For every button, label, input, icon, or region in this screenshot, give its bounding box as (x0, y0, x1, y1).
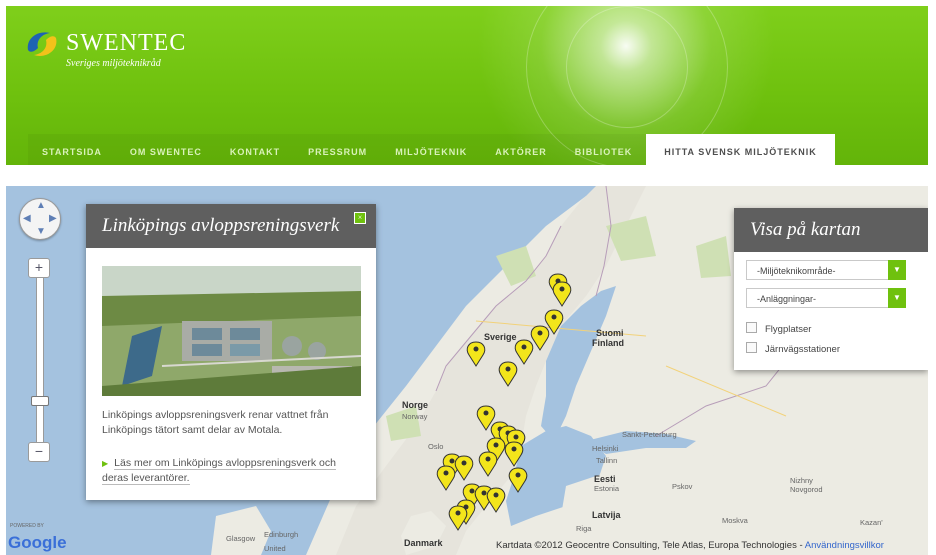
pan-control[interactable]: ▲ ▼ ◀ ▶ (19, 198, 61, 240)
map-canvas[interactable]: Sverige Suomi Finland Norge Norway Oslo … (6, 186, 928, 555)
facility-photo (102, 266, 361, 396)
map-marker[interactable] (504, 441, 524, 467)
nav-om-swentec[interactable]: OM SWENTEC (115, 134, 216, 165)
brand-name[interactable]: SWENTEC (66, 30, 186, 57)
site-header: SWENTEC Sveriges miljöteknikråd STARTSID… (6, 6, 928, 165)
select-anlaggningar-value: -Anläggningar- (757, 294, 817, 304)
nav-kontakt[interactable]: KONTAKT (215, 134, 295, 165)
pan-down-icon[interactable]: ▼ (36, 226, 46, 237)
info-window-header: Linköpings avloppsreningsverk × (86, 204, 376, 248)
map-marker[interactable] (466, 341, 486, 367)
map-marker[interactable] (552, 281, 572, 307)
map-marker[interactable] (498, 361, 518, 387)
zoom-slider-track[interactable] (36, 268, 44, 458)
google-logo-text: Google (8, 533, 67, 552)
terms-link[interactable]: Användningsvillkor (805, 540, 884, 551)
zoom-out-button[interactable]: − (28, 442, 50, 462)
nav-hitta-svensk-miljoteknik[interactable]: HITTA SVENSK MILJÖTEKNIK (646, 134, 835, 165)
swentec-logo-icon[interactable] (24, 28, 60, 60)
map-attribution: Kartdata ©2012 Geocentre Consulting, Tel… (496, 540, 884, 551)
read-more-link[interactable]: Läs mer om Linköpings avloppsreningsverk… (102, 457, 336, 485)
main-nav: STARTSIDA OM SWENTEC KONTAKT PRESSRUM MI… (28, 134, 835, 165)
google-logo[interactable]: POWERED BY Google (8, 523, 67, 553)
pan-up-icon[interactable]: ▲ (36, 200, 46, 211)
checkbox-flygplatser[interactable]: Flygplatser (746, 322, 811, 335)
nav-startsida[interactable]: STARTSIDA (28, 134, 116, 165)
nav-miljoteknik[interactable]: MILJÖTEKNIK (381, 134, 482, 165)
info-window-link[interactable]: ▶ Läs mer om Linköpings avloppsreningsver… (102, 456, 364, 486)
map-marker[interactable] (486, 487, 506, 513)
zoom-slider-handle[interactable] (31, 396, 49, 406)
info-window-title: Linköpings avloppsreningsverk (102, 215, 340, 236)
map-marker[interactable] (448, 505, 468, 531)
map-attribution-text: Kartdata ©2012 Geocentre Consulting, Tel… (496, 540, 803, 551)
checkbox-jarnvagsstationer[interactable]: Järnvägsstationer (746, 342, 840, 355)
checkbox-box[interactable] (746, 342, 757, 353)
zoom-in-button[interactable]: + (28, 258, 50, 278)
nav-pressrum[interactable]: PRESSRUM (294, 134, 382, 165)
info-window: Linköpings avloppsreningsverk × Linköpin… (86, 204, 376, 500)
map-marker[interactable] (530, 325, 550, 351)
map-marker[interactable] (478, 451, 498, 477)
powered-by-label: POWERED BY (10, 523, 44, 529)
arrow-right-icon: ▶ (102, 459, 109, 468)
select-miljoteknikomrade[interactable]: -Miljöteknikområde- ▼ (746, 260, 906, 280)
checkbox-box[interactable] (746, 322, 757, 333)
filter-panel-title: Visa på kartan (734, 208, 928, 252)
pan-right-icon[interactable]: ▶ (49, 213, 57, 224)
info-window-description: Linköpings avloppsreningsverk renar vatt… (102, 409, 329, 436)
light-ring (566, 6, 688, 128)
map-marker[interactable] (454, 455, 474, 481)
brand-tagline: Sveriges miljöteknikråd (66, 58, 161, 69)
map-marker[interactable] (508, 467, 528, 493)
filter-panel: Visa på kartan -Miljöteknikområde- ▼ -An… (734, 208, 928, 370)
checkbox-jarnvagsstationer-label: Järnvägsstationer (765, 344, 840, 355)
nav-aktorer[interactable]: AKTÖRER (481, 134, 561, 165)
pan-left-icon[interactable]: ◀ (23, 213, 31, 224)
map-marker[interactable] (514, 339, 534, 365)
chevron-down-icon[interactable]: ▼ (888, 288, 906, 308)
select-miljoteknikomrade-value: -Miljöteknikområde- (757, 266, 836, 276)
nav-bibliotek[interactable]: BIBLIOTEK (560, 134, 647, 165)
map-marker[interactable] (436, 465, 456, 491)
close-icon[interactable]: × (354, 212, 366, 224)
chevron-down-icon[interactable]: ▼ (888, 260, 906, 280)
checkbox-flygplatser-label: Flygplatser (765, 324, 812, 335)
select-anlaggningar[interactable]: -Anläggningar- ▼ (746, 288, 906, 308)
